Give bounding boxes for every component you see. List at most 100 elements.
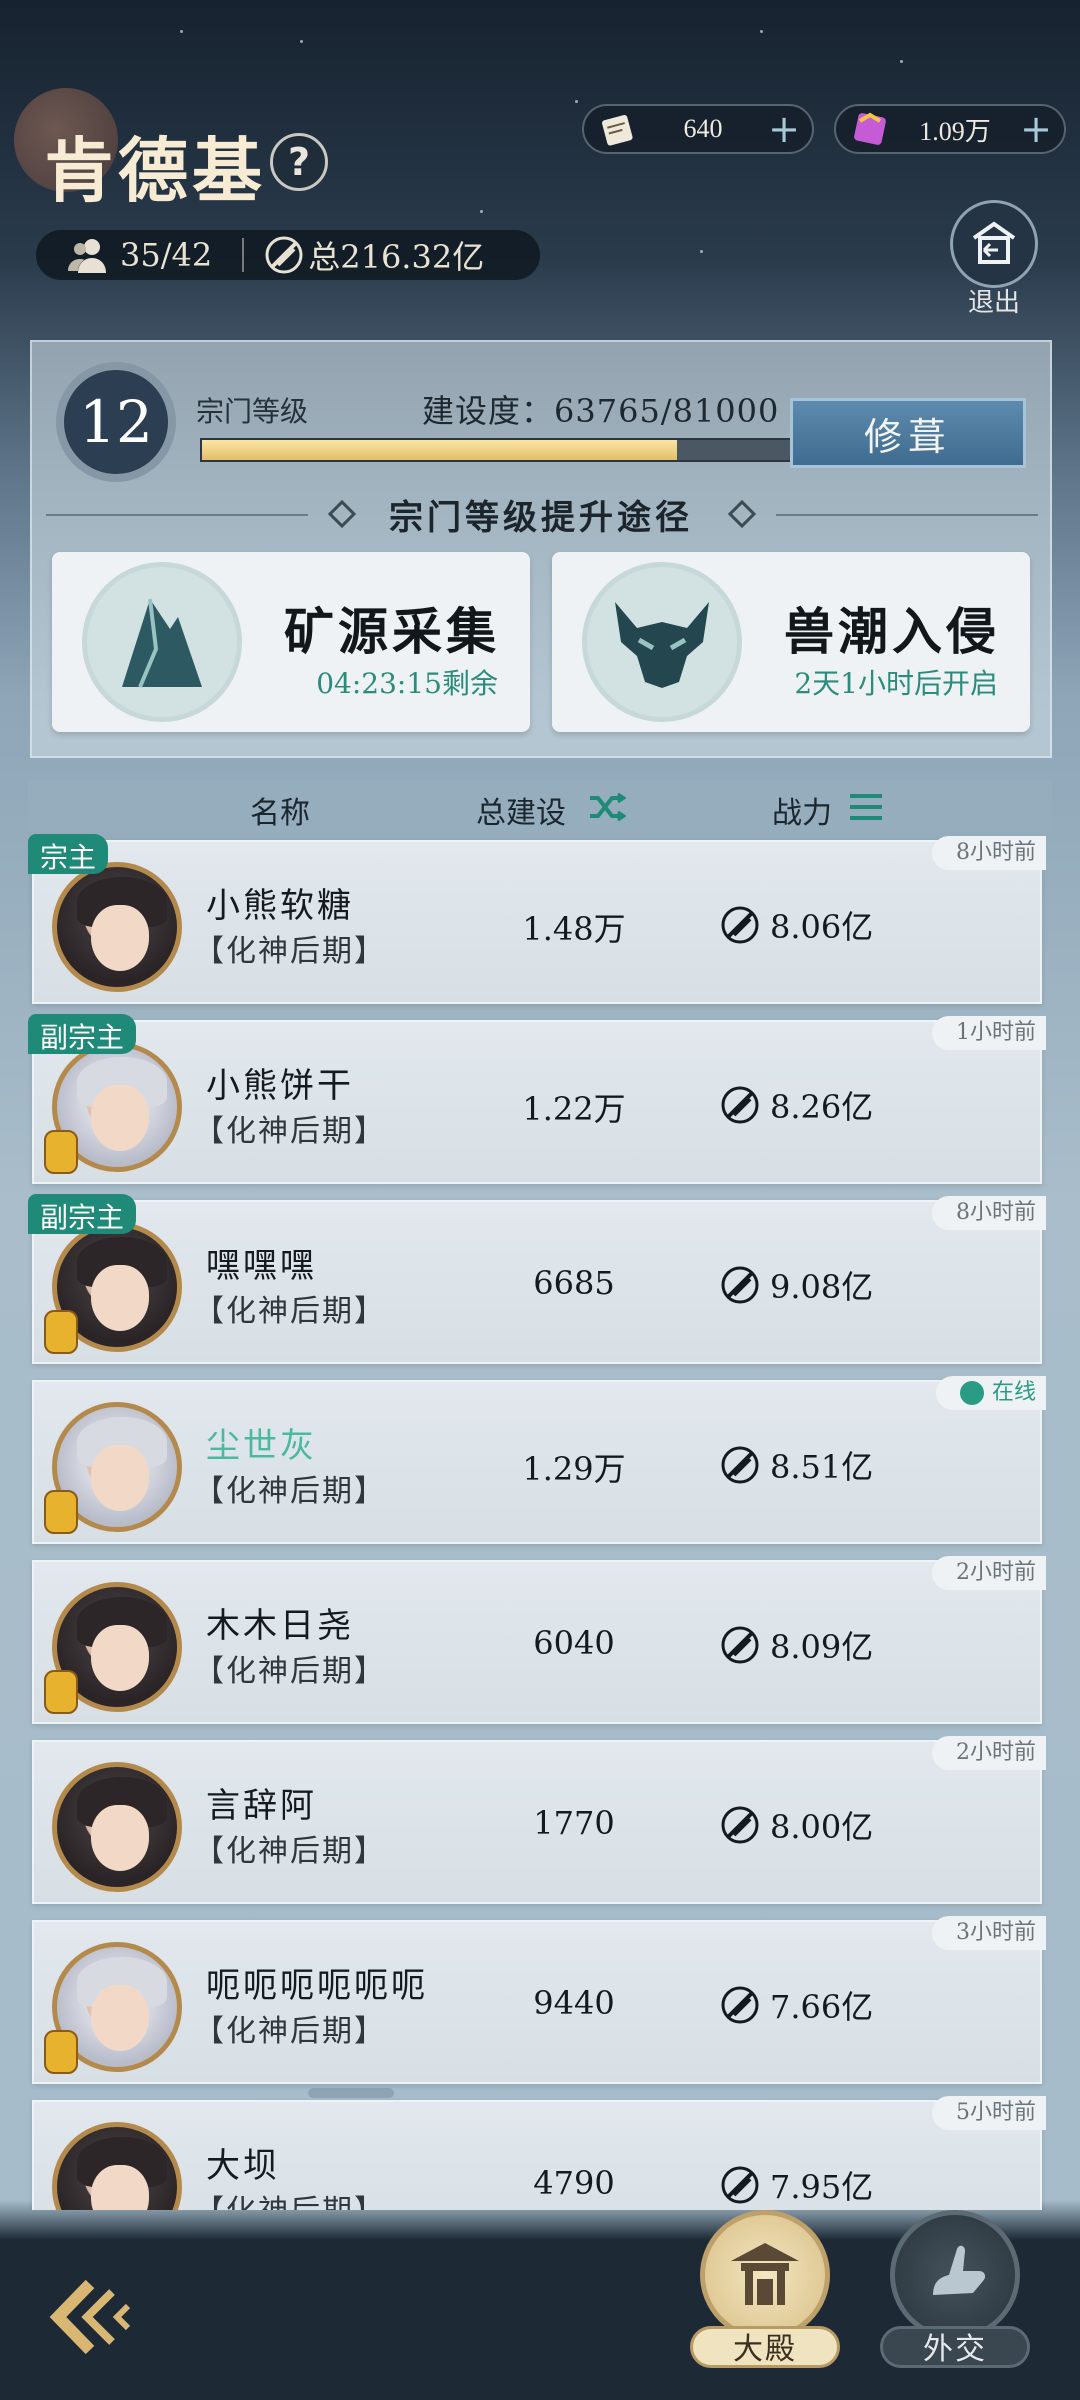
power-icon	[721, 1806, 759, 1844]
power-icon	[721, 1086, 759, 1124]
last-seen-badge: 3小时前	[932, 1916, 1046, 1950]
avatar-face	[91, 2165, 149, 2210]
avatar[interactable]	[52, 1762, 182, 1892]
member-power-value: 8.06亿	[770, 908, 874, 946]
lantern-icon	[44, 1490, 78, 1534]
avatar[interactable]	[52, 862, 182, 992]
nav-diplomacy-label: 外交	[880, 2326, 1030, 2368]
power-icon	[721, 1626, 759, 1664]
lantern-icon	[44, 1310, 78, 1354]
member-realm: 【化神后期】	[194, 1654, 386, 1689]
member-name: 尘世灰	[206, 1426, 317, 1466]
online-icon	[959, 1381, 984, 1405]
member-power: 9.08亿	[720, 1262, 873, 1308]
role-badge: 副宗主	[28, 1194, 137, 1234]
member-total-build: 1770	[533, 1804, 615, 1842]
nav-hall-label: 大殿	[690, 2326, 840, 2368]
member-power-value: 8.51亿	[770, 1448, 874, 1486]
last-seen-badge: 8小时前	[932, 836, 1046, 870]
member-name: 言辞阿	[206, 1786, 317, 1826]
lantern-icon	[44, 2030, 78, 2074]
last-seen-badge: 5小时前	[932, 2096, 1046, 2130]
member-realm: 【化神后期】	[194, 2186, 386, 2210]
member-realm: 【化神后期】	[194, 1294, 386, 1329]
member-row[interactable]: 5小时前大坝【化神后期】 4790 7.95亿	[32, 2096, 1046, 2210]
member-total-build: 6040	[533, 1624, 615, 1662]
last-seen-text: 8小时前	[956, 840, 1036, 865]
avatar-face	[91, 1445, 149, 1511]
member-power-value: 7.66亿	[770, 1988, 874, 2026]
member-name: 小熊软糖	[206, 886, 354, 926]
member-name: 呃呃呃呃呃呃	[206, 1966, 428, 2006]
last-seen-badge: 1小时前	[932, 1016, 1046, 1050]
avatar[interactable]	[52, 2122, 182, 2210]
power-icon	[721, 906, 759, 944]
member-power-value: 9.08亿	[770, 1268, 874, 1306]
member-name: 大坝	[206, 2146, 280, 2186]
last-seen-text: 5小时前	[956, 2100, 1036, 2125]
member-power: 8.09亿	[720, 1622, 873, 1668]
member-row[interactable]: 宗主 8小时前小熊软糖【化神后期】 1.48万 8.06亿	[28, 834, 1046, 1004]
member-power: 7.66亿	[720, 1982, 873, 2028]
back-button[interactable]	[40, 2262, 150, 2372]
member-realm: 【化神后期】	[194, 1834, 386, 1869]
member-power-value: 8.26亿	[770, 1088, 874, 1126]
member-row[interactable]: 2小时前言辞阿【化神后期】 1770 8.00亿	[32, 1736, 1046, 1904]
member-realm: 【化神后期】	[194, 2014, 386, 2049]
last-seen-badge: 2小时前	[932, 1736, 1046, 1770]
member-name: 嘿嘿嘿	[206, 1246, 317, 1286]
power-icon	[721, 1446, 759, 1484]
member-total-build: 4790	[533, 2164, 615, 2202]
member-power: 8.26亿	[720, 1082, 873, 1128]
member-total-build: 1.48万	[522, 910, 626, 948]
avatar-face	[91, 1085, 149, 1151]
member-power-value: 8.00亿	[770, 1808, 874, 1846]
member-total-build: 9440	[533, 1984, 615, 2022]
member-power: 8.51亿	[720, 1442, 873, 1488]
member-realm: 【化神后期】	[194, 1474, 386, 1509]
member-total-build: 1.29万	[522, 1450, 626, 1488]
member-power: 8.06亿	[720, 902, 873, 948]
avatar-face	[91, 1985, 149, 2051]
last-seen-text: 1小时前	[956, 1020, 1036, 1045]
last-seen-text: 在线	[991, 1380, 1036, 1405]
member-row[interactable]: 副宗主 1小时前小熊饼干【化神后期】 1.22万 8.26亿	[28, 1014, 1046, 1184]
member-name: 小熊饼干	[206, 1066, 354, 1106]
avatar-face	[91, 1625, 149, 1691]
member-power: 7.95亿	[720, 2162, 873, 2208]
member-row[interactable]: 副宗主 8小时前嘿嘿嘿【化神后期】 6685 9.08亿	[28, 1194, 1046, 1364]
hall-icon	[700, 2210, 830, 2340]
last-seen-badge: 8小时前	[932, 1196, 1046, 1230]
member-row[interactable]: 3小时前呃呃呃呃呃呃【化神后期】 9440 7.66亿	[32, 1916, 1046, 2084]
last-seen-badge: 在线	[935, 1376, 1046, 1410]
last-seen-badge: 2小时前	[932, 1556, 1046, 1590]
lantern-icon	[44, 1670, 78, 1714]
lantern-icon	[44, 1130, 78, 1174]
member-power-value: 8.09亿	[770, 1628, 874, 1666]
member-total-build: 1.22万	[522, 1090, 626, 1128]
member-power-value: 7.95亿	[770, 2168, 874, 2206]
role-badge: 宗主	[28, 834, 109, 874]
avatar-face	[91, 1805, 149, 1871]
power-icon	[721, 1986, 759, 2024]
role-badge: 副宗主	[28, 1014, 137, 1054]
member-row[interactable]: 2小时前木木日尧【化神后期】 6040 8.09亿	[32, 1556, 1046, 1724]
member-realm: 【化神后期】	[194, 1114, 386, 1149]
power-icon	[721, 2166, 759, 2204]
last-seen-text: 8小时前	[956, 1200, 1036, 1225]
power-icon	[721, 1266, 759, 1304]
nav-diplomacy-button[interactable]: 外交	[880, 2210, 1030, 2390]
member-total-build: 6685	[533, 1264, 615, 1302]
last-seen-text: 2小时前	[956, 1560, 1036, 1585]
nav-hall-button[interactable]: 大殿	[690, 2210, 840, 2390]
avatar-face	[91, 1265, 149, 1331]
last-seen-text: 2小时前	[956, 1740, 1036, 1765]
hand-icon	[890, 2210, 1020, 2340]
last-seen-text: 3小时前	[956, 1920, 1036, 1945]
member-power: 8.00亿	[720, 1802, 873, 1848]
scrollbar[interactable]	[308, 2088, 394, 2098]
avatar-face	[91, 905, 149, 971]
member-row[interactable]: 在线尘世灰【化神后期】 1.29万 8.51亿	[32, 1376, 1046, 1544]
member-realm: 【化神后期】	[194, 934, 386, 969]
member-name: 木木日尧	[206, 1606, 354, 1646]
